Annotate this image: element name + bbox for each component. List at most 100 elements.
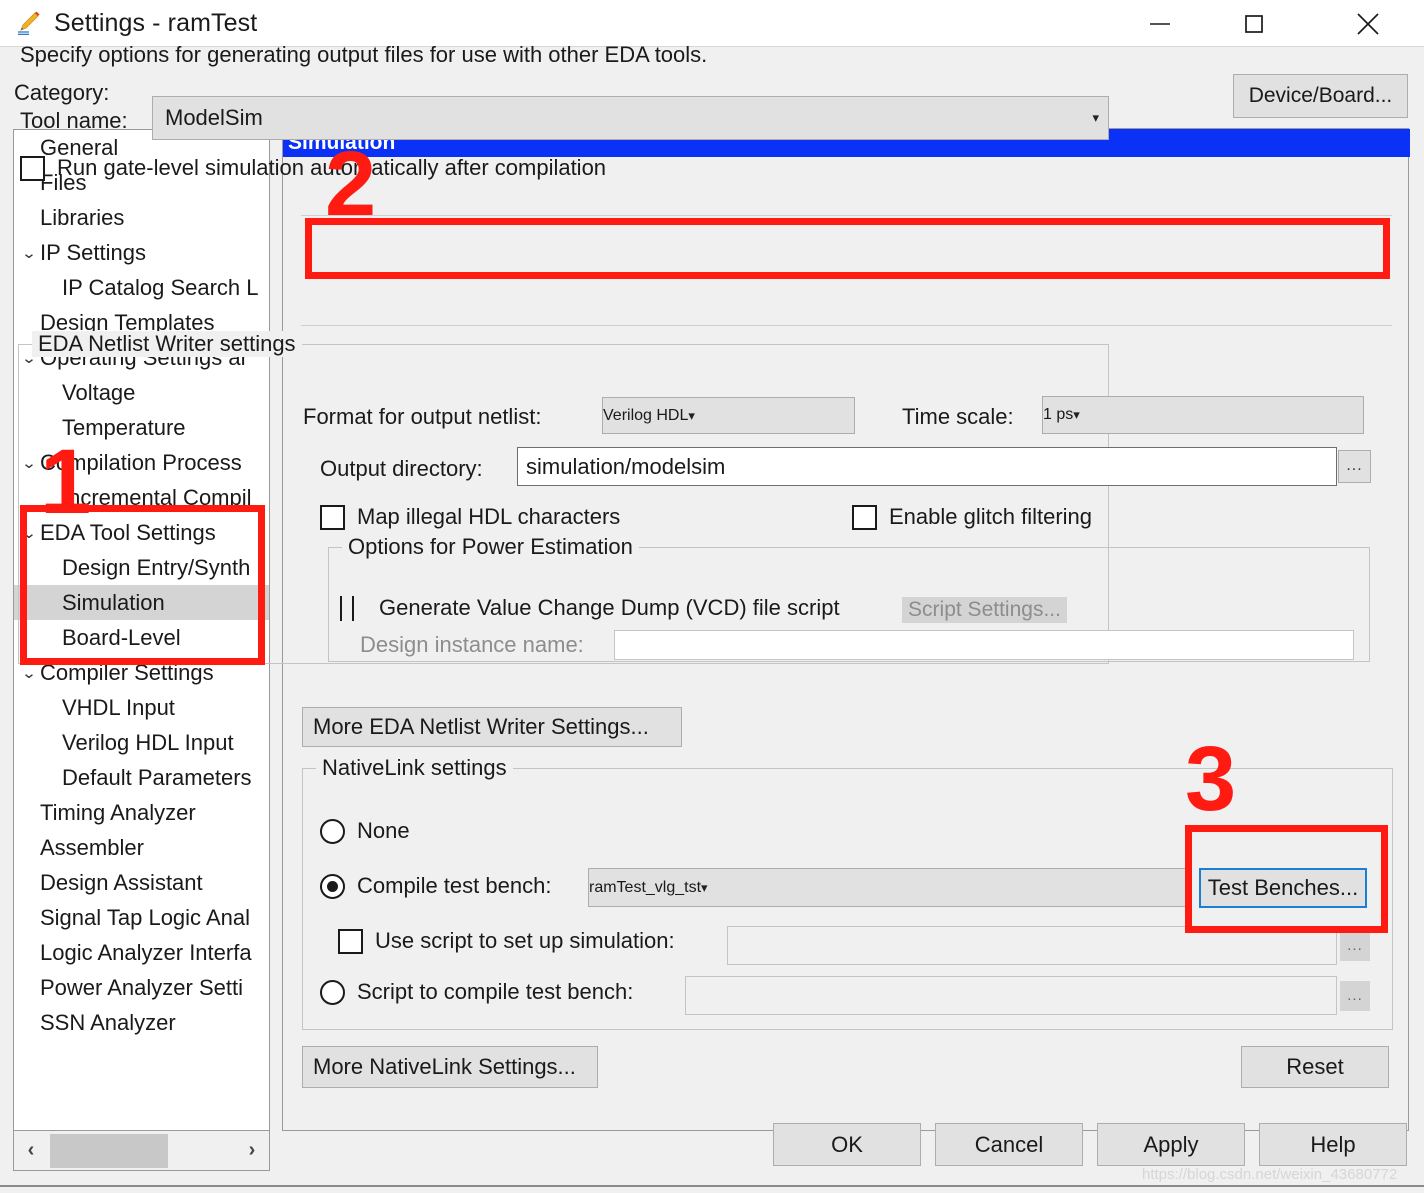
- sidebar-item-vhdl-input[interactable]: VHDL Input: [14, 690, 269, 725]
- format-output-netlist-value: Verilog HDL: [603, 406, 689, 424]
- enable-glitch-filtering-label: Enable glitch filtering: [889, 504, 1093, 529]
- generate-vcd-label: Generate Value Change Dump (VCD) file sc…: [379, 595, 840, 620]
- nativelink-none-row[interactable]: None: [320, 818, 410, 844]
- run-gatelevel-sim-label: Run gate-level simulation automatically …: [57, 155, 607, 180]
- window-bottom-edge: [0, 1185, 1424, 1193]
- script-compile-testbench-input[interactable]: [685, 976, 1337, 1015]
- chevron-down-icon[interactable]: ⌄: [15, 664, 43, 682]
- use-script-setup-input[interactable]: [727, 926, 1337, 965]
- enable-glitch-filtering-checkbox[interactable]: [852, 504, 877, 530]
- nativelink-settings-group-title: NativeLink settings: [316, 755, 513, 781]
- sidebar-item-default-parameters[interactable]: Default Parameters: [14, 760, 269, 795]
- sidebar-item-label: Libraries: [40, 204, 125, 230]
- tool-name-combobox[interactable]: ModelSim ▾: [152, 96, 1109, 140]
- chevron-down-icon[interactable]: ⌄: [15, 244, 43, 262]
- chevron-down-icon[interactable]: ▾: [1092, 110, 1108, 126]
- sidebar-item-assembler[interactable]: Assembler: [14, 830, 269, 865]
- minimize-button[interactable]: [1120, 0, 1200, 47]
- category-label: Category:: [14, 80, 110, 105]
- map-illegal-hdl-label: Map illegal HDL characters: [357, 504, 621, 529]
- use-script-setup-label: Use script to set up simulation:: [375, 928, 675, 953]
- sidebar-item-label: IP Catalog Search L: [62, 274, 259, 300]
- run-gatelevel-sim-checkbox[interactable]: [20, 155, 45, 181]
- more-nativelink-settings-button[interactable]: More NativeLink Settings...: [302, 1046, 598, 1088]
- watermark-text: https://blog.csdn.net/weixin_43680772: [1142, 1166, 1398, 1183]
- script-compile-testbench-radio[interactable]: [320, 979, 345, 1005]
- sidebar-item-ip-settings[interactable]: ⌄ IP Settings: [14, 235, 269, 270]
- chevron-down-icon[interactable]: ▾: [701, 880, 717, 896]
- power-estimation-group-title: Options for Power Estimation: [342, 534, 639, 560]
- scroll-right-arrow-icon[interactable]: ›: [235, 1132, 269, 1170]
- close-icon: [1357, 12, 1379, 35]
- use-script-setup-row[interactable]: Use script to set up simulation:: [338, 928, 675, 954]
- sidebar-item-label: Timing Analyzer: [40, 799, 196, 825]
- generate-vcd-checkbox[interactable]: [340, 595, 365, 621]
- cancel-button[interactable]: Cancel: [935, 1123, 1083, 1166]
- sidebar-item-label: VHDL Input: [62, 694, 175, 720]
- window-titlebar: Settings - ramTest: [0, 0, 1424, 47]
- maximize-button[interactable]: [1214, 0, 1294, 47]
- sidebar-item-power-analyzer-setti[interactable]: Power Analyzer Setti: [14, 970, 269, 1005]
- compile-test-bench-row[interactable]: Compile test bench:: [320, 873, 551, 899]
- chevron-down-icon[interactable]: ▾: [1073, 407, 1089, 423]
- sidebar-item-design-assistant[interactable]: Design Assistant: [14, 865, 269, 900]
- sidebar-item-label: Default Parameters: [62, 764, 252, 790]
- chevron-down-icon[interactable]: ▾: [688, 408, 704, 424]
- script-settings-button: Script Settings...: [902, 597, 1067, 623]
- sidebar-item-verilog-hdl-input[interactable]: Verilog HDL Input: [14, 725, 269, 760]
- time-scale-label: Time scale:: [902, 404, 1014, 429]
- scroll-left-arrow-icon[interactable]: ‹: [14, 1132, 48, 1170]
- output-directory-input[interactable]: simulation/modelsim: [517, 447, 1337, 486]
- compile-test-bench-radio[interactable]: [320, 873, 345, 899]
- sidebar-item-label: Assembler: [40, 834, 144, 860]
- close-button[interactable]: [1328, 0, 1408, 47]
- compile-test-bench-label: Compile test bench:: [357, 873, 552, 898]
- eda-netlist-writer-group-title: EDA Netlist Writer settings: [32, 331, 302, 357]
- sidebar-item-label: SSN Analyzer: [40, 1009, 176, 1035]
- use-script-setup-browse-button[interactable]: ...: [1340, 931, 1370, 961]
- sidebar-item-ssn-analyzer[interactable]: SSN Analyzer: [14, 1005, 269, 1040]
- help-button[interactable]: Help: [1259, 1123, 1407, 1166]
- use-script-setup-checkbox[interactable]: [338, 928, 363, 954]
- scrollbar-thumb[interactable]: [50, 1133, 168, 1168]
- map-illegal-hdl-row[interactable]: Map illegal HDL characters: [320, 504, 620, 530]
- compile-test-bench-value: ramTest_vlg_tst: [589, 878, 702, 896]
- sidebar-item-label: Verilog HDL Input: [62, 729, 234, 755]
- sidebar-item-label: Design Assistant: [40, 869, 203, 895]
- map-illegal-hdl-checkbox[interactable]: [320, 504, 345, 530]
- apply-button[interactable]: Apply: [1097, 1123, 1245, 1166]
- ok-button[interactable]: OK: [773, 1123, 921, 1166]
- sidebar-item-ip-catalog-search-l[interactable]: IP Catalog Search L: [14, 270, 269, 305]
- format-output-netlist-combobox[interactable]: Verilog HDL ▾: [602, 397, 855, 434]
- panel-description: Specify options for generating output fi…: [20, 42, 708, 67]
- script-compile-testbench-row[interactable]: Script to compile test bench:: [320, 979, 633, 1005]
- script-compile-testbench-label: Script to compile test bench:: [357, 979, 634, 1004]
- time-scale-value: 1 ps: [1043, 406, 1074, 423]
- enable-glitch-filtering-row[interactable]: Enable glitch filtering: [852, 504, 1092, 530]
- design-instance-name-input[interactable]: [614, 630, 1354, 660]
- time-scale-combobox[interactable]: 1 ps ▾: [1042, 396, 1364, 434]
- nativelink-none-radio[interactable]: [320, 818, 345, 844]
- nativelink-none-label: None: [357, 818, 410, 843]
- generate-vcd-row[interactable]: Generate Value Change Dump (VCD) file sc…: [340, 595, 840, 621]
- sidebar-item-logic-analyzer-interfa[interactable]: Logic Analyzer Interfa: [14, 935, 269, 970]
- scrollbar-track[interactable]: [168, 1134, 235, 1168]
- maximize-icon: [1245, 14, 1263, 33]
- design-instance-name-label: Design instance name:: [360, 632, 584, 657]
- sidebar-item-libraries[interactable]: Libraries: [14, 200, 269, 235]
- sidebar-item-label: Logic Analyzer Interfa: [40, 939, 252, 965]
- device-board-button[interactable]: Device/Board...: [1233, 74, 1408, 118]
- output-directory-browse-button[interactable]: ...: [1338, 450, 1371, 483]
- compile-test-bench-combobox[interactable]: ramTest_vlg_tst ▾: [588, 868, 1188, 907]
- reset-button[interactable]: Reset: [1241, 1046, 1389, 1088]
- sidebar-item-timing-analyzer[interactable]: Timing Analyzer: [14, 795, 269, 830]
- tool-name-label: Tool name:: [20, 108, 128, 133]
- tool-name-value: ModelSim: [165, 105, 263, 130]
- run-gatelevel-sim-row[interactable]: Run gate-level simulation automatically …: [20, 155, 606, 181]
- sidebar-item-signal-tap-logic-anal[interactable]: Signal Tap Logic Anal: [14, 900, 269, 935]
- divider-under-gatelevel: [301, 325, 1392, 326]
- category-tree-hscrollbar[interactable]: ‹ ›: [13, 1131, 270, 1171]
- test-benches-button[interactable]: Test Benches...: [1199, 868, 1367, 908]
- more-eda-netlist-writer-settings-button[interactable]: More EDA Netlist Writer Settings...: [302, 707, 682, 747]
- script-compile-testbench-browse-button[interactable]: ...: [1340, 981, 1370, 1011]
